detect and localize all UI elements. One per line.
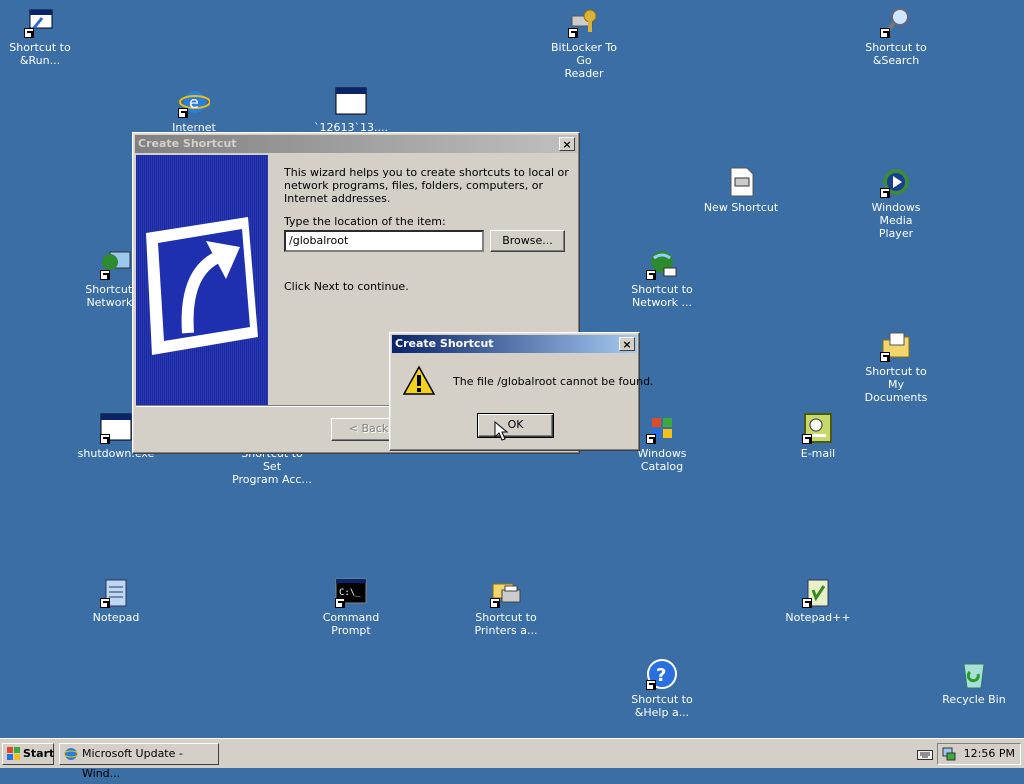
- keyboard-icon[interactable]: [917, 749, 933, 761]
- start-label: Start: [23, 747, 55, 760]
- desktop-icon-run[interactable]: Shortcut to &Run...: [0, 6, 80, 67]
- help-icon: ?: [646, 658, 678, 690]
- run-shortcut-icon: [24, 6, 56, 38]
- network-icon: [100, 248, 132, 280]
- continue-text: Click Next to continue.: [284, 280, 409, 293]
- location-input[interactable]: /globalroot: [284, 230, 484, 252]
- media-player-icon: [880, 166, 912, 198]
- internet-explorer-icon: [64, 748, 78, 760]
- error-dialog-title-bar[interactable]: Create Shortcut ×: [392, 335, 637, 353]
- desktop-icon-media-player[interactable]: Windows Media Player: [856, 166, 936, 240]
- command-prompt-icon: C:\_: [335, 576, 367, 608]
- desktop-icon-12613[interactable]: `12613`13....: [311, 86, 391, 134]
- ok-button[interactable]: OK: [477, 413, 554, 438]
- start-button[interactable]: Start: [2, 743, 54, 765]
- printer-icon: [490, 576, 522, 608]
- magnifier-icon: [880, 6, 912, 38]
- taskbar: Start Microsoft Update - Wind... 12:56 P…: [0, 738, 1024, 780]
- warning-icon: [403, 365, 435, 395]
- desktop-icon-label: Shortcut to &Run...: [9, 41, 71, 67]
- network-globe-icon: [646, 248, 678, 280]
- desktop-icon-label: BitLocker To Go Reader: [551, 41, 617, 80]
- desktop-icon-label: Notepad++: [785, 611, 851, 624]
- system-tray: 12:56 PM: [937, 743, 1021, 765]
- taskbar-item-label: Microsoft Update - Wind...: [82, 747, 183, 780]
- network-tray-icon[interactable]: [942, 747, 956, 761]
- taskbar-item-microsoft-update[interactable]: Microsoft Update - Wind...: [59, 743, 219, 780]
- application-window-icon: [335, 86, 367, 118]
- desktop-icon-label: New Shortcut: [703, 201, 779, 214]
- desktop-icon-label: Notepad: [92, 611, 140, 624]
- desktop-icon-help[interactable]: ? Shortcut to &Help a...: [622, 658, 702, 719]
- browse-button[interactable]: Browse...: [490, 230, 565, 252]
- internet-explorer-icon: e: [178, 86, 211, 118]
- mouse-cursor-icon: [494, 421, 509, 441]
- desktop-icon-label: E-mail: [800, 447, 836, 460]
- desktop-icon-email[interactable]: E-mail: [778, 412, 858, 460]
- error-dialog: Create Shortcut × The file /globalroot c…: [389, 332, 654, 451]
- desktop-icon-label: Shortcut to Network ...: [631, 283, 693, 309]
- error-dialog-close-button[interactable]: ×: [619, 337, 635, 351]
- desktop-icon-label: Command Prompt: [322, 611, 380, 637]
- windows-logo-icon: [7, 747, 20, 760]
- desktop-icon-printers[interactable]: Shortcut to Printers a...: [466, 576, 546, 637]
- folder-icon: [880, 330, 912, 362]
- desktop-icon-my-documents[interactable]: Shortcut to My Documents: [856, 330, 936, 404]
- notepad-plus-icon: [802, 576, 834, 608]
- desktop-icon-bitlocker[interactable]: BitLocker To Go Reader: [544, 6, 624, 80]
- desktop-icon-command-prompt[interactable]: C:\_ Command Prompt: [311, 576, 391, 637]
- wizard-intro-text: This wizard helps you to create shortcut…: [284, 166, 569, 205]
- clock[interactable]: 12:56 PM: [964, 744, 1015, 764]
- desktop-icon-search[interactable]: Shortcut to &Search: [856, 6, 936, 67]
- desktop-icon-recycle-bin[interactable]: Recycle Bin: [934, 658, 1014, 706]
- desktop-icon-label: Shortcut to My Documents: [864, 365, 928, 404]
- error-message: The file /globalroot cannot be found.: [453, 375, 654, 388]
- desktop-icon-internet[interactable]: e Internet: [154, 86, 234, 134]
- desktop-icon-label: Recycle Bin: [942, 693, 1006, 706]
- svg-text:C:\_: C:\_: [339, 588, 361, 598]
- shortcut-arrow-icon: [146, 217, 258, 355]
- wizard-banner: [136, 155, 268, 405]
- recycle-bin-icon: [958, 658, 990, 690]
- desktop-icon-label: Shortcut to &Help a...: [631, 693, 693, 719]
- desktop-icon-notepad[interactable]: Notepad: [76, 576, 156, 624]
- document-icon: [725, 166, 757, 198]
- svg-text:?: ?: [656, 665, 666, 686]
- notepad-icon: [100, 576, 132, 608]
- wizard-title: Create Shortcut: [138, 137, 237, 150]
- desktop-icon-new-shortcut[interactable]: New Shortcut: [701, 166, 781, 214]
- desktop-icon-notepad-plus[interactable]: Notepad++: [778, 576, 858, 624]
- email-icon: [802, 412, 834, 444]
- desktop-icon-label: Shortcut to &Search: [865, 41, 927, 67]
- wizard-close-button[interactable]: ×: [559, 137, 575, 151]
- desktop-icon-label: Windows Media Player: [871, 201, 921, 240]
- error-dialog-title: Create Shortcut: [395, 337, 494, 350]
- wizard-title-bar[interactable]: Create Shortcut ×: [135, 135, 577, 153]
- windows-flag-icon: [646, 412, 678, 444]
- bitlocker-icon: [568, 6, 600, 38]
- desktop-icon-label: Shortcut to Printers a...: [474, 611, 538, 637]
- application-window-icon: [100, 412, 132, 444]
- location-label: Type the location of the item:: [284, 215, 446, 228]
- svg-text:e: e: [189, 93, 199, 112]
- desktop-icon-network-2[interactable]: Shortcut to Network ...: [622, 248, 702, 309]
